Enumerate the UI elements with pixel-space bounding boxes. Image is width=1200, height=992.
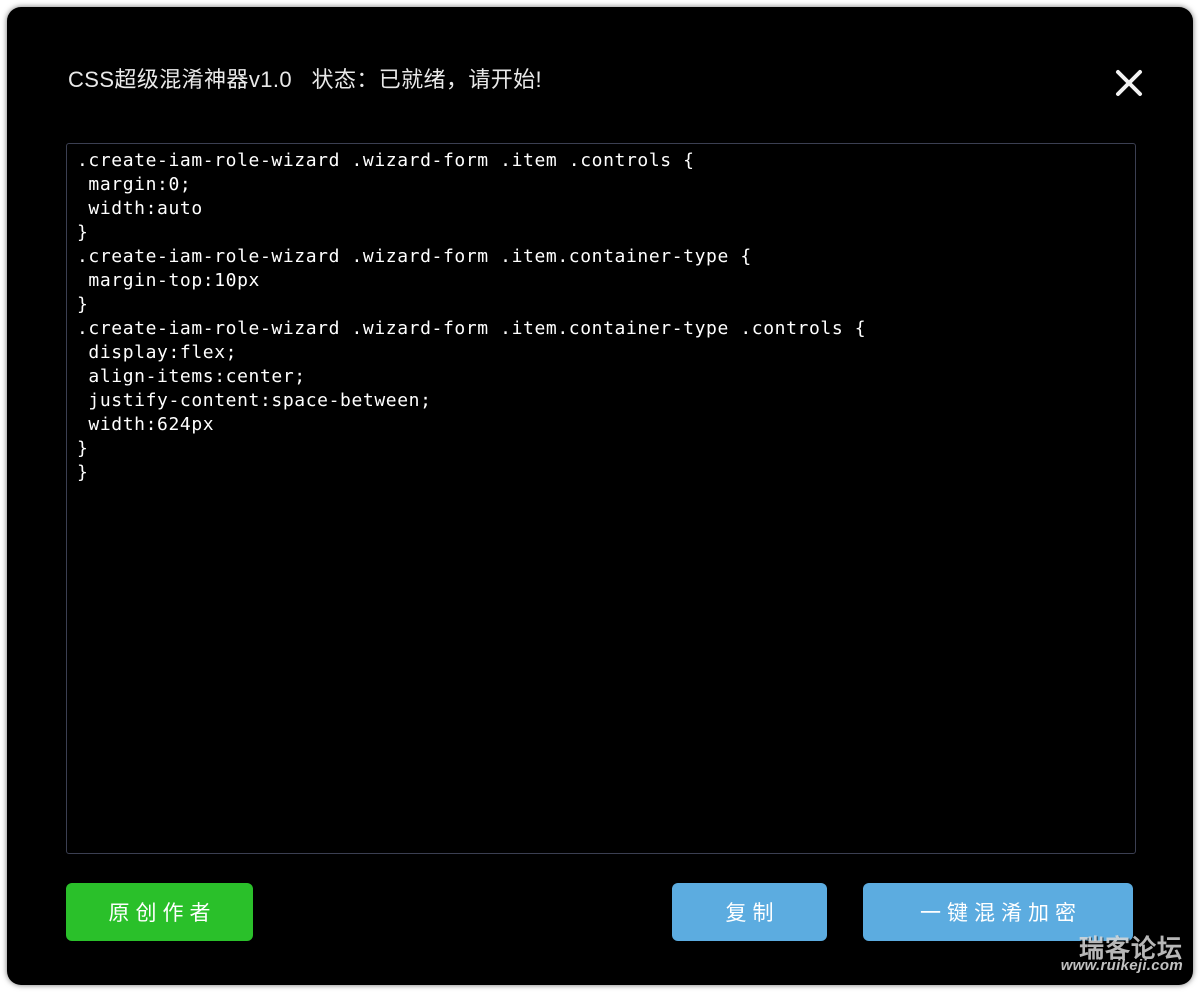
title-bar: CSS超级混淆神器v1.0 状态：已就绪，请开始! — [7, 7, 1193, 127]
close-button[interactable] — [1109, 63, 1149, 103]
watermark-url: www.ruikeji.com — [1060, 957, 1183, 974]
css-code-textarea[interactable]: .create-iam-role-wizard .wizard-form .it… — [66, 143, 1136, 854]
css-code-content[interactable]: .create-iam-role-wizard .wizard-form .it… — [67, 149, 876, 485]
obfuscate-encrypt-button[interactable]: 一键混淆加密 — [863, 883, 1133, 941]
original-author-button[interactable]: 原创作者 — [66, 883, 253, 941]
app-window: CSS超级混淆神器v1.0 状态：已就绪，请开始! .create-iam-ro… — [7, 7, 1193, 985]
close-icon — [1112, 66, 1146, 100]
page-title: CSS超级混淆神器v1.0 状态：已就绪，请开始! — [68, 67, 543, 92]
screen-root: CSS超级混淆神器v1.0 状态：已就绪，请开始! .create-iam-ro… — [0, 0, 1200, 992]
copy-button[interactable]: 复制 — [672, 883, 827, 941]
